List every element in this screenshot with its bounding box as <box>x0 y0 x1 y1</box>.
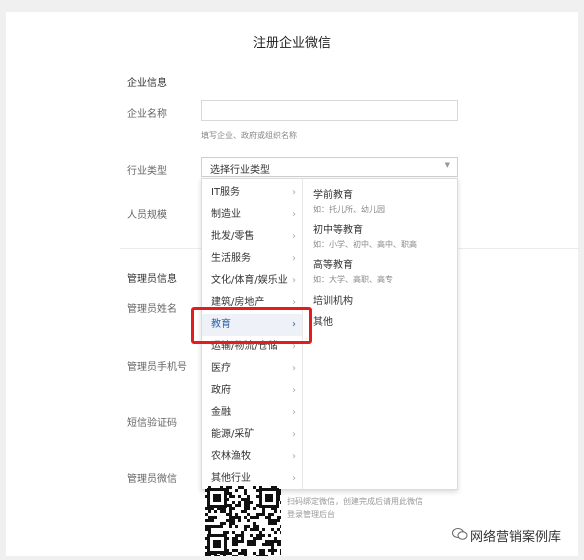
chevron-down-icon: ▼ <box>444 161 450 169</box>
chevron-right-icon: › <box>292 363 296 374</box>
chevron-right-icon: › <box>292 407 296 418</box>
chevron-right-icon: › <box>292 275 296 286</box>
industry-option[interactable]: 制造业 › <box>202 204 302 226</box>
subcategory-label: 学前教育 <box>313 190 353 201</box>
subcategory-option[interactable]: 高等教育如：大学、高职、高专 <box>313 256 453 285</box>
industry-option-label: 其他行业 <box>211 473 251 484</box>
admin-phone-label: 管理员手机号 <box>127 362 187 373</box>
industry-option[interactable]: 农林渔牧 › <box>202 446 302 468</box>
subcategory-option[interactable]: 学前教育如：托儿所、幼儿园 <box>313 186 453 215</box>
industry-option-label: 文化/体育/娱乐业 <box>211 275 288 286</box>
company-name-hint: 填写企业、政府或组织名称 <box>201 131 297 140</box>
subcategory-option[interactable]: 其他 <box>313 313 453 328</box>
admin-name-label: 管理员姓名 <box>127 304 177 315</box>
industry-label: 行业类型 <box>127 166 167 177</box>
chevron-right-icon: › <box>292 473 296 484</box>
industry-option-label: 政府 <box>211 385 231 396</box>
industry-option-label: 能源/采矿 <box>211 429 255 440</box>
subcategory-option[interactable]: 培训机构 <box>313 292 453 307</box>
industry-option[interactable]: 政府 › <box>202 380 302 402</box>
industry-option-label: 农林渔牧 <box>211 451 251 462</box>
subcategory-option[interactable]: 初中等教育如：小学、初中、高中、职高 <box>313 221 453 250</box>
subcategory-label: 其他 <box>313 317 333 328</box>
industry-option-label: 生活服务 <box>211 253 251 264</box>
industry-option[interactable]: 文化/体育/娱乐业 › <box>202 270 302 292</box>
industry-option[interactable]: 能源/采矿 › <box>202 424 302 446</box>
chevron-right-icon: › <box>292 451 296 462</box>
admin-wechat-label: 管理员微信 <box>127 474 177 485</box>
qr-caption-line1: 扫码绑定微信，创建完成后请用此微信 <box>287 497 423 506</box>
chevron-right-icon: › <box>292 253 296 264</box>
chevron-right-icon: › <box>292 187 296 198</box>
section-admin-info: 管理员信息 <box>127 274 177 285</box>
industry-option-label: 医疗 <box>211 363 231 374</box>
industry-option[interactable]: 生活服务 › <box>202 248 302 270</box>
sms-code-label: 短信验证码 <box>127 418 177 429</box>
subcategory-example: 如：托儿所、幼儿园 <box>313 205 385 214</box>
company-name-input[interactable] <box>201 100 458 121</box>
subcategory-label: 培训机构 <box>313 296 353 307</box>
watermark-text: 网络营销案例库 <box>470 530 562 545</box>
company-name-label: 企业名称 <box>127 109 167 120</box>
industry-option[interactable]: 金融 › <box>202 402 302 424</box>
industry-select-value: 选择行业类型 <box>210 165 270 176</box>
industry-option-label: 批发/零售 <box>211 231 255 242</box>
section-company-info: 企业信息 <box>127 78 167 89</box>
subcategory-label: 高等教育 <box>313 260 353 271</box>
qr-code <box>205 486 283 558</box>
subcategory-example: 如：小学、初中、高中、职高 <box>313 240 417 249</box>
highlight-box <box>191 307 312 344</box>
qr-caption: 扫码绑定微信，创建完成后请用此微信 登录管理后台 <box>287 495 423 521</box>
industry-select[interactable]: 选择行业类型 ▼ <box>201 157 458 177</box>
qr-caption-line2: 登录管理后台 <box>287 510 335 519</box>
industry-option[interactable]: 批发/零售 › <box>202 226 302 248</box>
industry-option-label: 制造业 <box>211 209 241 220</box>
industry-option[interactable]: 医疗 › <box>202 358 302 380</box>
subcategory-example: 如：大学、高职、高专 <box>313 275 393 284</box>
industry-option-label: IT服务 <box>211 187 241 198</box>
chevron-right-icon: › <box>292 385 296 396</box>
page-title: 注册企业微信 <box>252 36 331 51</box>
chevron-right-icon: › <box>292 429 296 440</box>
qr-code-image <box>205 486 283 558</box>
wechat-icon <box>452 528 468 540</box>
company-size-label: 人员规模 <box>127 210 167 221</box>
subcategory-label: 初中等教育 <box>313 225 363 236</box>
industry-option-label: 金融 <box>211 407 231 418</box>
chevron-right-icon: › <box>292 209 296 220</box>
chevron-right-icon: › <box>292 231 296 242</box>
industry-option[interactable]: IT服务 › <box>202 182 302 204</box>
